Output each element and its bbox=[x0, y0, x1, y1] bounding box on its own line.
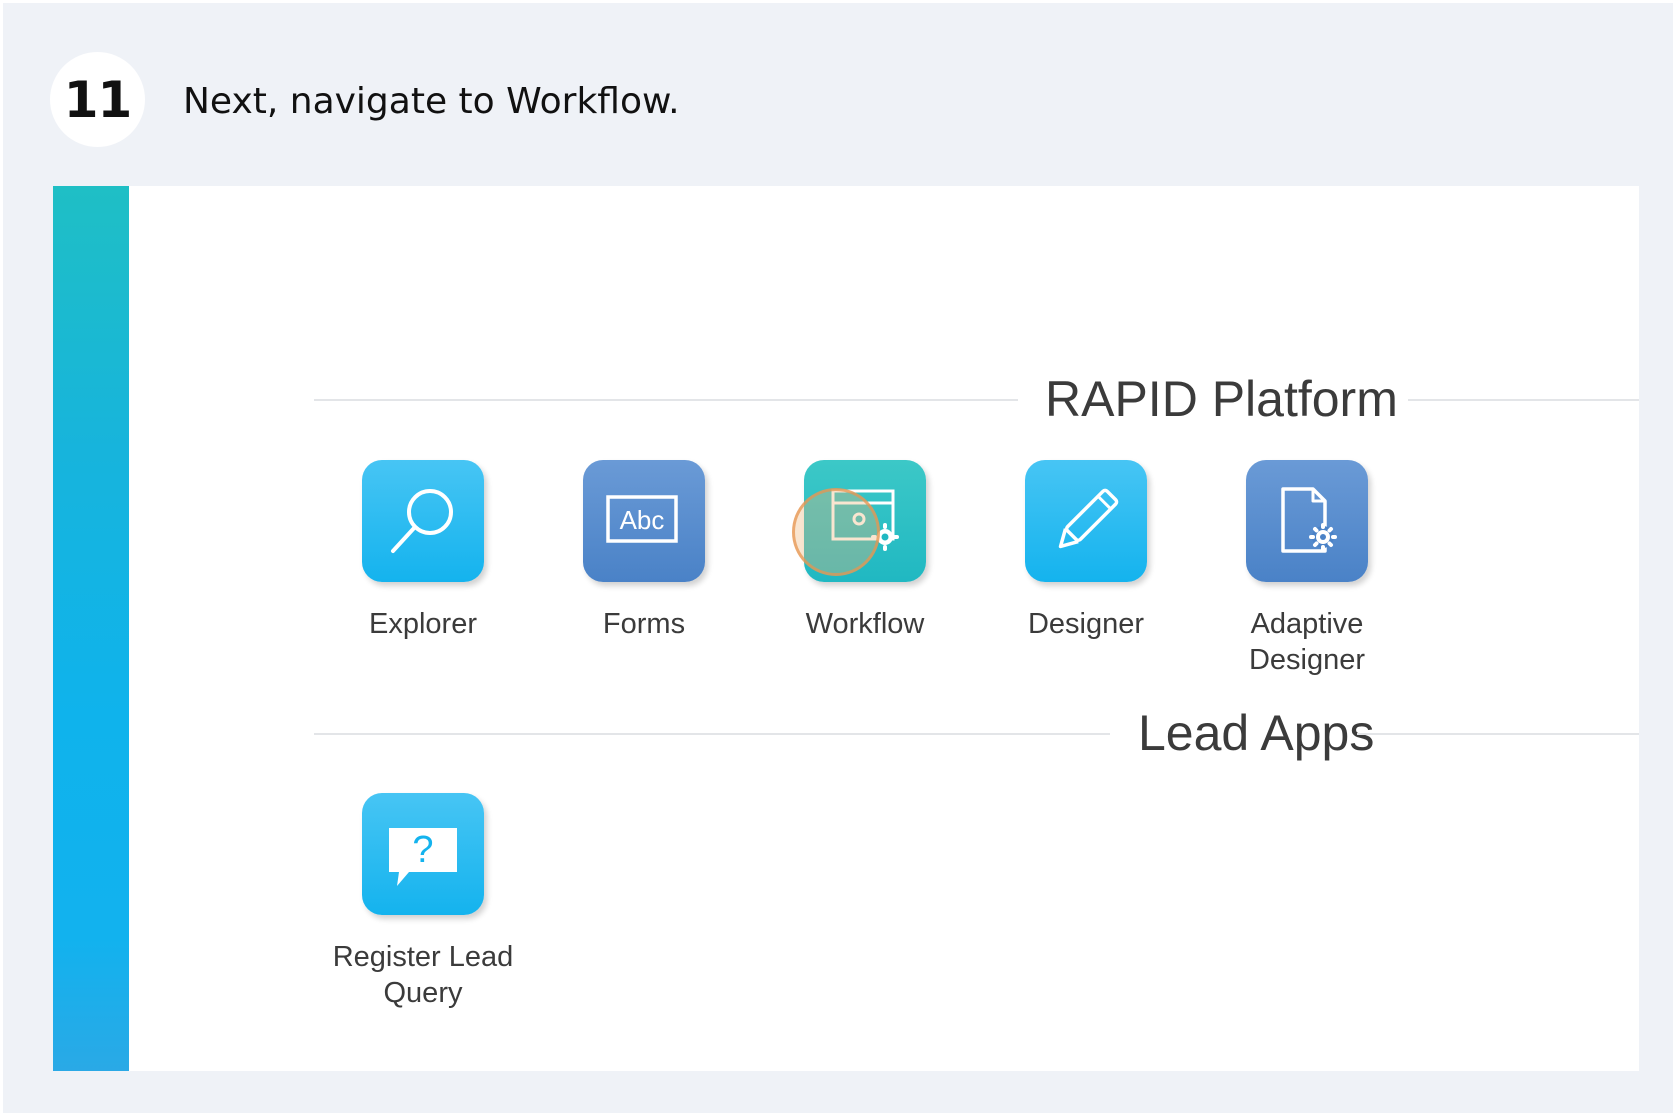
app-tile-adaptive-designer[interactable] bbox=[1246, 460, 1368, 582]
app-adaptive-designer[interactable]: Adaptive Designer bbox=[1197, 460, 1417, 678]
app-tile-designer[interactable] bbox=[1025, 460, 1147, 582]
step-card: 11 Next, navigate to Workflow. RAPID Pla… bbox=[3, 3, 1673, 1113]
app-designer[interactable]: Designer bbox=[976, 460, 1196, 642]
section-divider-right bbox=[1408, 399, 1639, 401]
app-explorer[interactable]: Explorer bbox=[313, 460, 533, 642]
app-label-explorer: Explorer bbox=[369, 608, 477, 640]
app-register-lead-query[interactable]: ? Register Lead Query bbox=[313, 793, 533, 1011]
section-divider-lead-right bbox=[1357, 733, 1639, 735]
section-divider-lead-left bbox=[314, 733, 1110, 735]
app-label-forms: Forms bbox=[602, 608, 686, 640]
app-label-workflow: Workflow bbox=[805, 608, 925, 640]
section-title-rapid-platform: RAPID Platform bbox=[1045, 371, 1398, 427]
app-label-register-lead-query: Register Lead Query bbox=[313, 939, 533, 1011]
search-icon bbox=[391, 489, 453, 553]
app-forms[interactable]: Abc Forms bbox=[534, 460, 754, 642]
section-title-lead-apps: Lead Apps bbox=[1138, 705, 1375, 761]
pencil-icon bbox=[1058, 488, 1119, 549]
app-tile-workflow[interactable] bbox=[792, 460, 926, 582]
question-bubble-icon: ? bbox=[389, 828, 457, 886]
app-label-register-line1: Register Lead bbox=[332, 941, 514, 973]
question-mark-text: ? bbox=[412, 829, 433, 871]
page-frame: 11 Next, navigate to Workflow. RAPID Pla… bbox=[0, 0, 1680, 1120]
app-tile-forms[interactable]: Abc bbox=[583, 460, 705, 582]
app-label-adaptive-line2: Designer bbox=[1248, 644, 1366, 676]
app-tile-explorer[interactable] bbox=[362, 460, 484, 582]
abc-form-icon-text: Abc bbox=[620, 505, 665, 535]
step-instruction: Next, navigate to Workflow. bbox=[183, 81, 680, 122]
app-label-adaptive-line1: Adaptive bbox=[1250, 608, 1364, 640]
section-divider-left bbox=[314, 399, 1018, 401]
app-label-register-line2: Query bbox=[383, 977, 463, 1009]
document-gear-icon bbox=[1281, 487, 1337, 553]
step-number-badge: 11 bbox=[50, 52, 145, 147]
sidebar bbox=[53, 186, 129, 1071]
app-label-designer: Designer bbox=[1027, 608, 1145, 640]
app-label-adaptive-designer: Adaptive Designer bbox=[1197, 606, 1417, 678]
click-indicator bbox=[792, 488, 880, 576]
abc-form-icon: Abc bbox=[606, 495, 678, 543]
app-launcher-screenshot: RAPID Platform Explorer Abc Forms Workfl… bbox=[53, 186, 1639, 1071]
app-tile-register-lead-query[interactable]: ? bbox=[362, 793, 484, 915]
app-workflow[interactable]: Workflow bbox=[755, 460, 975, 642]
step-number: 11 bbox=[63, 70, 133, 129]
